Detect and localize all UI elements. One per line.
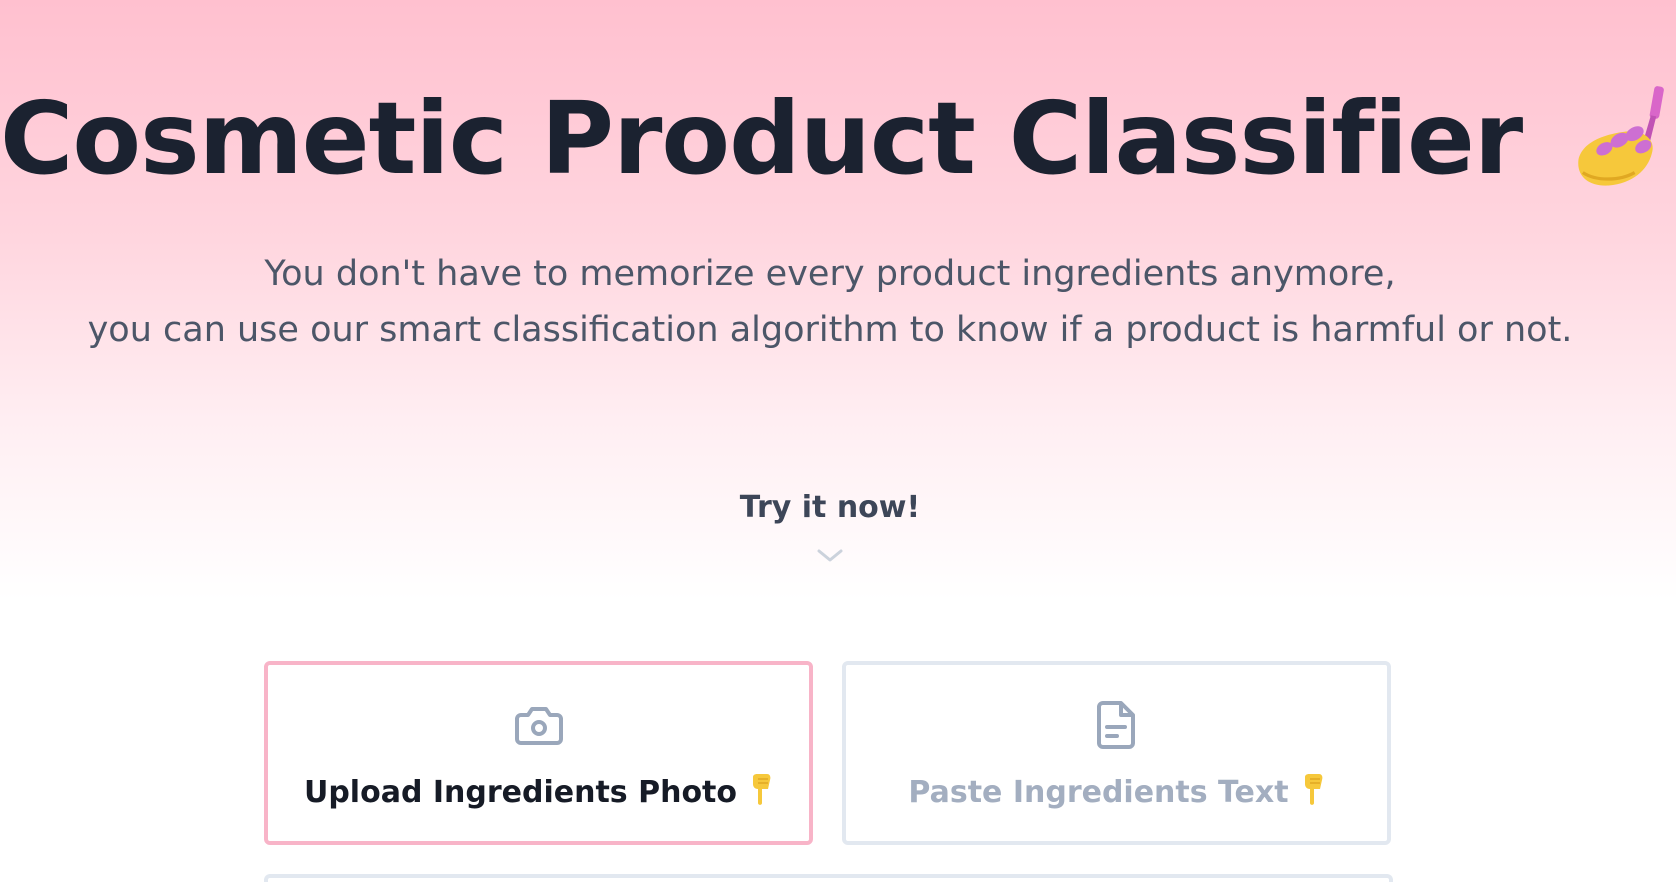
nail-polish-icon — [1578, 85, 1664, 186]
subtitle-line-2: you can use our smart classification alg… — [87, 310, 1573, 350]
try-now-link[interactable]: Try it now! — [0, 490, 1660, 525]
subtitle-line-1: You don't have to memorize every product… — [264, 254, 1396, 294]
page-title-text: Cosmetic Product Classifier — [0, 80, 1523, 197]
pointing-down-icon — [753, 773, 771, 805]
pointing-down-icon — [1304, 773, 1322, 805]
tab-paste-text[interactable]: Paste Ingredients Text — [842, 661, 1391, 845]
tab-paste-text-label: Paste Ingredients Text — [846, 773, 1387, 811]
tab-upload-photo-text: Upload Ingredients Photo — [303, 775, 738, 810]
page-title: Cosmetic Product Classifier — [0, 80, 1664, 200]
hero-subtitle: You don't have to memorize every product… — [0, 246, 1660, 358]
camera-icon — [514, 707, 563, 745]
chevron-down-icon[interactable] — [816, 548, 844, 564]
tab-upload-photo[interactable]: Upload Ingredients Photo — [264, 661, 813, 845]
tab-upload-photo-label: Upload Ingredients Photo — [268, 773, 809, 811]
tab-paste-text-text: Paste Ingredients Text — [908, 775, 1289, 810]
input-panel — [264, 874, 1393, 882]
document-icon — [1096, 701, 1135, 749]
